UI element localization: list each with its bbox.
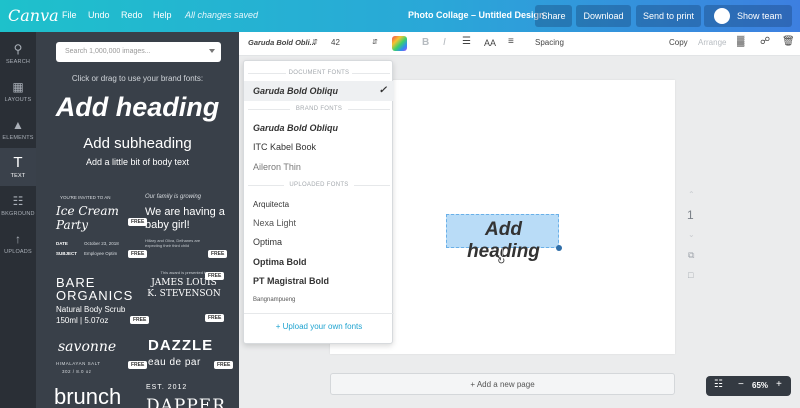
menu-undo[interactable]: Undo [88,10,110,20]
font-option[interactable]: ITC Kabel Book [253,142,316,152]
rail-elements[interactable]: ▲ ELEMENTS [0,110,36,148]
font-size-caret-icon[interactable]: ⇵ [372,38,378,46]
free-badge: FREE [208,250,228,258]
font-family-select[interactable]: Garuda Bold Obli... [248,38,316,47]
font-option[interactable]: Optima Bold [253,257,307,267]
upload-fonts-link[interactable]: + Upload your own fonts [244,322,394,331]
download-button[interactable]: Download [576,5,631,27]
rail-layouts[interactable]: ▦ LAYOUTS [0,72,36,110]
font-select-caret-icon[interactable]: ⇵ [312,38,318,46]
text-panel: Search 1,000,000 images... Click or drag… [36,32,239,408]
font-dropdown: DOCUMENT FONTS Garuda Bold Obliqu ✓ BRAN… [243,60,394,344]
menu-file[interactable]: File [62,10,77,20]
spacing-button[interactable]: Spacing [535,38,564,47]
save-status: All changes saved [185,10,259,20]
font-option[interactable]: PT Magistral Bold [253,276,329,286]
background-icon: ☷ [12,193,24,208]
search-icon: ⚲ [13,41,23,56]
canva-logo[interactable]: Canva [8,6,59,25]
rail-uploads[interactable]: ↑ UPLOADS [0,224,36,262]
text-template-bare-organics[interactable]: BARE ORGANICS Natural Body Scrub 150ml |… [50,272,150,332]
add-body-option[interactable]: Add a little bit of body text [36,157,239,167]
left-rail: ⚲ SEARCH ▦ LAYOUTS ▲ ELEMENTS T TEXT ☷ B… [0,32,36,408]
zoom-control: ☷ − 65% + [706,376,791,396]
move-up-icon[interactable]: ⌃ [688,190,695,199]
rail-search[interactable]: ⚲ SEARCH [0,34,36,72]
rotate-connector [502,248,503,256]
align-center-icon[interactable]: ☰ [462,36,471,47]
page-number: 1 [687,208,694,222]
text-template-award[interactable]: This award is presented to JAMES LOUIS K… [144,268,236,330]
text-template-ice-cream[interactable]: YOU'RE INVITED TO AN Ice Cream Party DAT… [50,192,148,264]
add-subheading-option[interactable]: Add subheading [36,135,239,152]
delete-page-icon[interactable]: □ [688,270,693,280]
menu-help[interactable]: Help [153,10,172,20]
add-heading-option[interactable]: Add heading [36,92,239,123]
arrange-button[interactable]: Arrange [698,38,726,47]
trash-icon[interactable]: 🗑 [782,36,795,47]
send-to-print-button[interactable]: Send to print [636,5,701,27]
font-option-selected[interactable]: Garuda Bold Obliqu ✓ [244,81,394,101]
menu-redo[interactable]: Redo [121,10,143,20]
document-title[interactable]: Photo Collage – Untitled Design [408,10,545,20]
share-button[interactable]: Share [535,5,572,27]
bold-button[interactable]: B [422,37,429,48]
italic-button[interactable]: I [443,37,446,48]
rail-text[interactable]: T TEXT [0,148,36,186]
add-page-button[interactable]: + Add a new page [330,373,675,395]
font-option[interactable]: Aileron Thin [253,162,301,172]
image-search-input[interactable]: Search 1,000,000 images... [56,42,221,62]
free-badge: FREE [214,361,234,369]
text-template-dazzle[interactable]: DAZZLE eau de par FREE [144,335,236,377]
text-icon: T [13,153,23,171]
zoom-in-button[interactable]: + [776,379,782,390]
move-down-icon[interactable]: ⌄ [688,230,695,239]
avatar [713,8,730,24]
transparency-icon[interactable]: ▓ [737,36,744,47]
elements-icon: ▲ [12,117,24,132]
layouts-icon: ▦ [12,79,24,94]
font-size-input[interactable]: 42 [331,38,340,47]
uppercase-button[interactable]: AA [484,38,496,48]
zoom-out-button[interactable]: − [738,379,744,390]
free-badge: FREE [205,314,225,322]
rail-background[interactable]: ☷ BKGROUND [0,186,36,224]
chevron-down-icon[interactable] [209,49,215,53]
font-option[interactable]: Garuda Bold Obliqu [253,123,338,133]
text-color-button[interactable] [392,36,407,51]
font-option[interactable]: Optima [253,237,282,247]
text-template-brunch[interactable]: brunch [50,382,140,408]
rotate-handle-icon[interactable]: ↻ [497,256,505,267]
copy-button[interactable]: Copy [669,38,688,47]
free-badge: FREE [205,272,225,280]
link-icon[interactable]: ☍ [760,36,770,47]
list-icon[interactable]: ≡ [508,36,514,47]
top-bar: Canva File Undo Redo Help All changes sa… [0,0,800,32]
text-template-baby-girl[interactable]: Our family is growing We are having a ba… [144,192,236,264]
text-template-savonne[interactable]: savonne HIMALAYAN SALT 302 / 8.0 oz FREE [50,337,148,379]
format-toolbar: Garuda Bold Obli... ⇵ 42 ⇵ B I ☰ AA ≡ Sp… [239,32,800,56]
duplicate-page-icon[interactable]: ⧉ [688,250,694,261]
uploads-icon: ↑ [15,231,21,246]
checkmark-icon: ✓ [378,85,387,96]
show-team-button[interactable]: Show team [704,5,792,27]
font-option[interactable]: Arquitecta [253,200,289,209]
brand-fonts-hint: Click or drag to use your brand fonts: [71,74,204,83]
font-option[interactable]: Nexa Light [253,218,296,228]
heading-text-element[interactable]: Add heading [446,214,559,262]
font-option[interactable]: Bangnampueng [253,297,295,303]
resize-handle[interactable] [556,245,562,251]
zoom-level[interactable]: 65% [752,381,768,390]
text-template-dapper[interactable]: EST. 2012 DAPPER [144,382,236,408]
presenter-icon[interactable]: ☷ [714,379,723,390]
